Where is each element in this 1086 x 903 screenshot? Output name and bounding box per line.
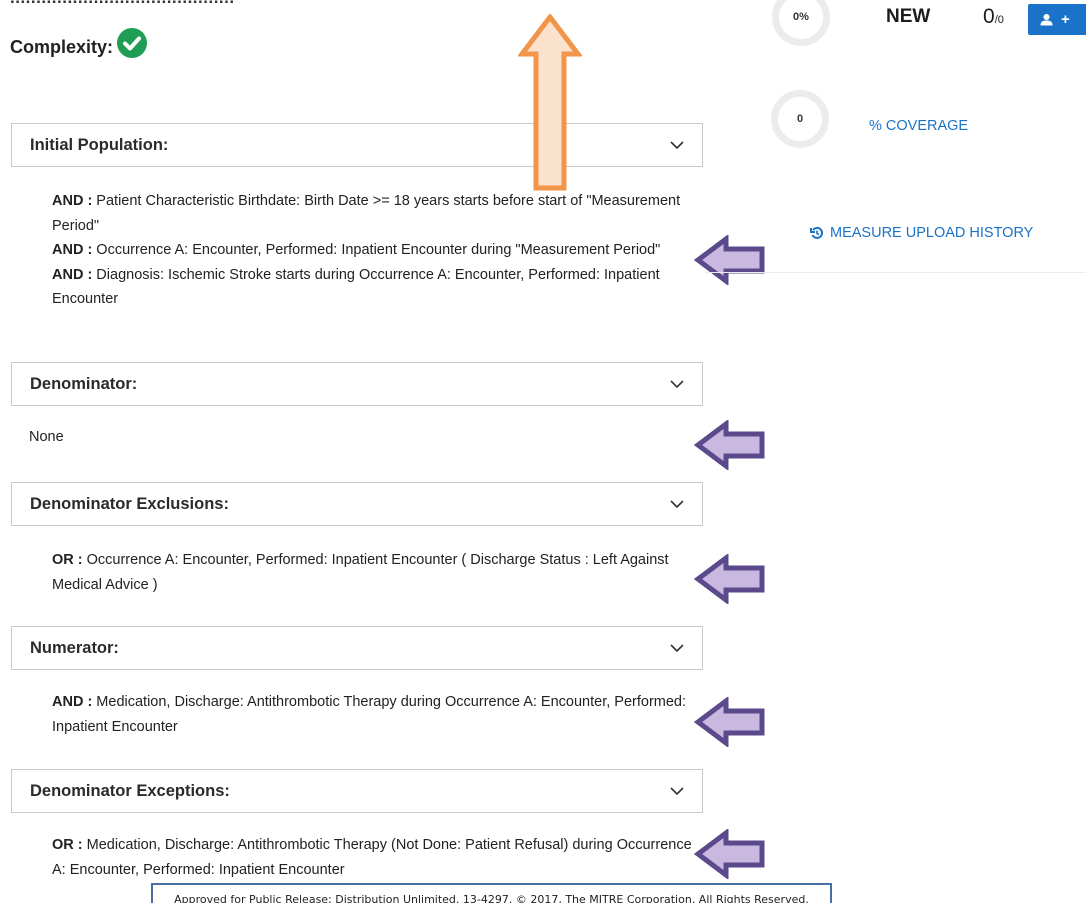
panel-title: Denominator Exclusions: [30,494,229,513]
patient-count: 0/0 [983,5,1004,29]
coverage-ring-value: 0 [796,113,804,125]
coverage-link[interactable]: % COVERAGE [869,118,968,134]
add-patient-button[interactable]: + [1028,4,1086,35]
criteria-text: Occurrence A: Encounter, Performed: Inpa… [52,552,669,593]
panel-initial-population[interactable]: Initial Population: [11,123,703,167]
criteria-denominator-exceptions: OR : Medication, Discharge: Antithrombot… [52,833,702,882]
chevron-down-icon [670,380,684,389]
criteria-line: AND : Diagnosis: Ischemic Stroke starts … [52,263,702,312]
chevron-down-icon [670,141,684,150]
complexity: Complexity: [10,28,148,62]
count-value: 0 [983,5,995,28]
purple-left-arrow-annotation [694,420,765,470]
criteria-text: Diagnosis: Ischemic Stroke starts during… [52,266,660,308]
panel-title: Numerator: [30,638,119,657]
coverage-ring: 0 [771,90,829,148]
criteria-line: AND : Patient Characteristic Birthdate: … [52,189,702,238]
measure-upload-history-link[interactable]: MEASURE UPLOAD HISTORY [810,225,1033,241]
criteria-text: Medication, Discharge: Antithrombotic Th… [52,694,687,735]
status-new: NEW [886,6,931,27]
criteria-text: Occurrence A: Encounter, Performed: Inpa… [92,242,661,258]
operator: OR : [52,552,83,568]
panel-title: Denominator Exceptions: [30,781,230,800]
criteria-line: OR : Medication, Discharge: Antithrombot… [52,833,702,882]
count-total: /0 [994,14,1004,26]
purple-left-arrow-annotation [694,554,765,604]
criteria-line: AND : Medication, Discharge: Antithrombo… [52,690,702,739]
chevron-down-icon [670,644,684,653]
panel-denominator[interactable]: Denominator: [11,362,703,406]
measure-page: ........................................… [0,0,1086,903]
criteria-text: Patient Characteristic Birthdate: Birth … [52,193,681,234]
check-circle-icon [117,28,148,58]
criteria-denominator-exclusions: OR : Occurrence A: Encounter, Performed:… [52,548,702,597]
purple-left-arrow-annotation [694,697,765,747]
criteria-line: OR : Occurrence A: Encounter, Performed:… [52,548,702,597]
history-icon [810,226,824,239]
criteria-numerator: AND : Medication, Discharge: Antithrombo… [52,690,702,739]
criteria-line: AND : Occurrence A: Encounter, Performed… [52,238,702,263]
user-icon [1040,14,1053,26]
panel-title: Denominator: [30,374,138,393]
operator: AND : [52,694,93,710]
chevron-down-icon [670,500,684,509]
operator: AND : [52,193,93,209]
plus-icon: + [1061,11,1070,28]
release-footer: Approved for Public Release; Distributio… [151,883,832,903]
measure-title-cut: ........................................… [10,0,235,8]
percent-ring-value: 0% [793,11,809,23]
panel-numerator[interactable]: Numerator: [11,626,703,670]
chevron-down-icon [670,787,684,796]
history-link-label: MEASURE UPLOAD HISTORY [830,225,1034,241]
operator: AND : [52,266,93,283]
panel-title: Initial Population: [30,135,169,154]
criteria-text: Medication, Discharge: Antithrombotic Th… [52,837,692,878]
operator: OR : [52,837,83,853]
orange-up-arrow-annotation [518,14,582,191]
criteria-initial-population: AND : Patient Characteristic Birthdate: … [52,189,702,312]
purple-left-arrow-annotation [694,829,765,879]
panel-denominator-exceptions[interactable]: Denominator Exceptions: [11,769,703,813]
complexity-label: Complexity: [10,36,114,57]
denominator-none-text: None [29,429,64,445]
panel-denominator-exclusions[interactable]: Denominator Exclusions: [11,482,703,526]
operator: AND : [52,242,93,258]
